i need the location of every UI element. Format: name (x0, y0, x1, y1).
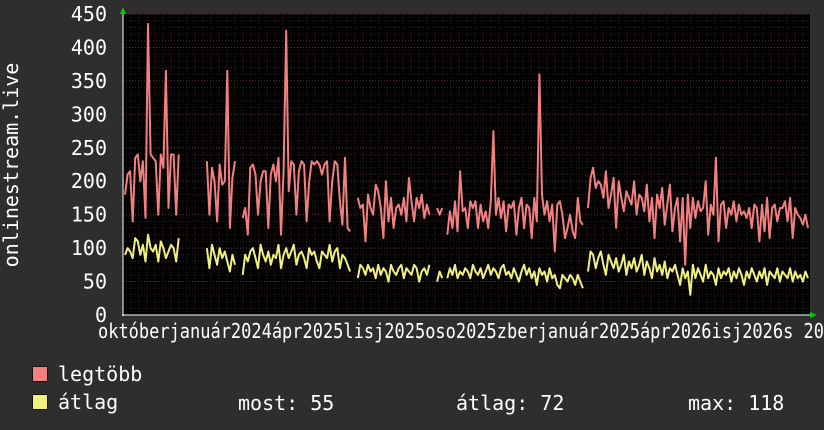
y-tick-label: 200 (71, 169, 107, 193)
legend-item-atlag: átlag (32, 390, 119, 414)
stat-atlag: átlag: 72 (456, 391, 565, 415)
y-tick-label: 450 (71, 2, 107, 26)
legend-label-atlag: átlag (58, 390, 119, 414)
stat-max: max: 118 (688, 391, 785, 415)
y-axis-arrow (120, 7, 126, 14)
y-tick-label: 150 (71, 203, 107, 227)
y-axis-label: onlinestream.live (0, 63, 23, 268)
legtobb-swatch (32, 366, 48, 382)
y-tick-label: 100 (71, 236, 107, 260)
y-tick-label: 50 (83, 270, 107, 294)
y-tick-label: 250 (71, 136, 107, 160)
y-tick-label: 350 (71, 69, 107, 93)
legend-label-legtobb: legtöbb (58, 362, 143, 386)
legend-item-legtobb: legtöbb (32, 362, 143, 386)
x-tick-labels: októberjanuár2024ápr2025lisj2025oso2025z… (98, 319, 824, 343)
y-tick-label: 400 (71, 35, 107, 59)
y-tick-label: 300 (71, 102, 107, 126)
stat-most: most: 55 (238, 391, 335, 415)
x-axis-arrow (810, 312, 817, 318)
chart-container: 0 50 100 150 200 250 300 350 400 450 onlinestream… (0, 0, 824, 430)
atlag-swatch (32, 394, 48, 410)
